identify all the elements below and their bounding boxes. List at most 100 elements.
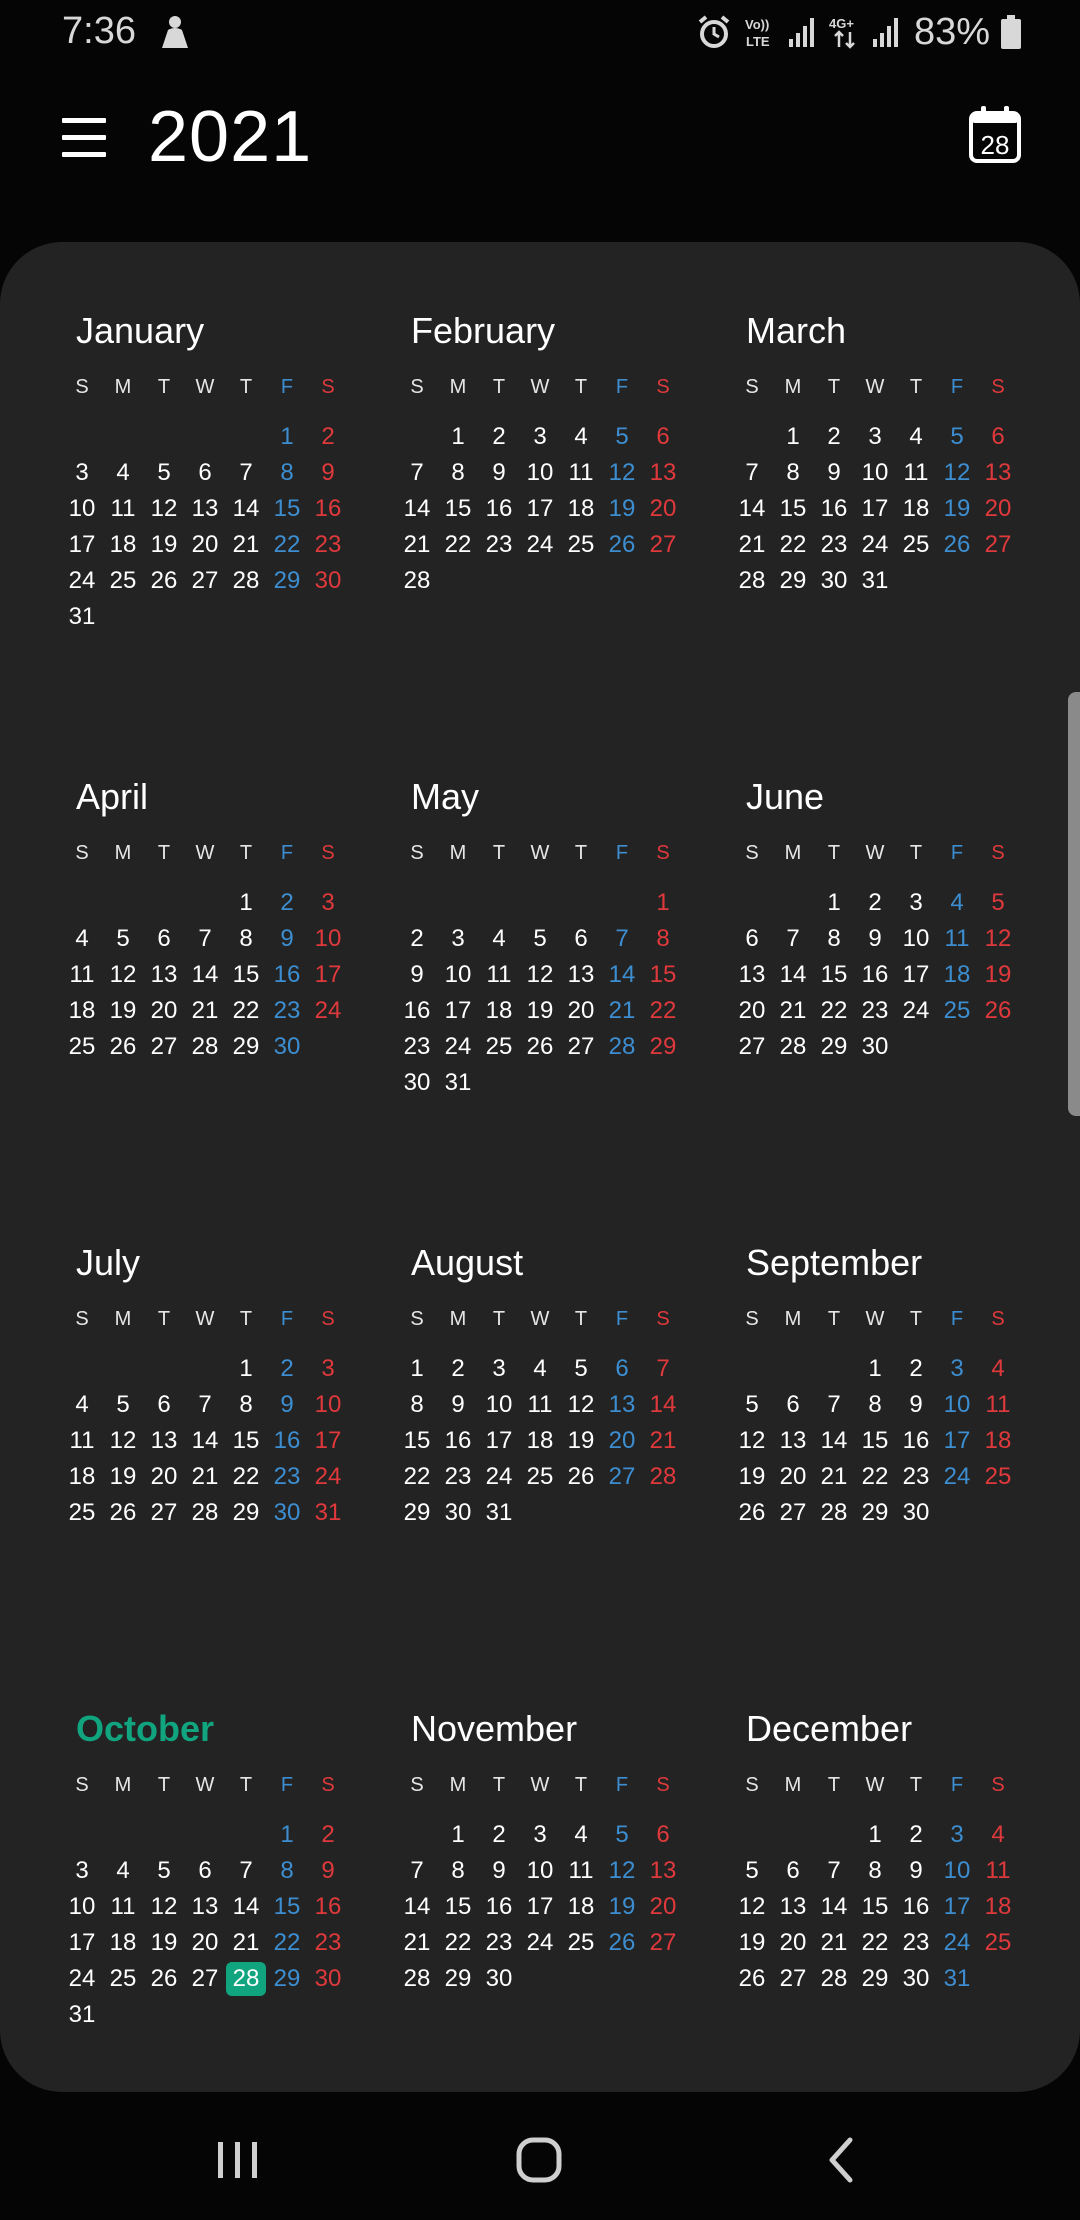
day-cell[interactable]: 8: [438, 456, 478, 490]
day-cell[interactable]: 20: [144, 994, 184, 1028]
day-cell[interactable]: 24: [479, 1460, 519, 1494]
day-cell[interactable]: 25: [103, 564, 143, 598]
day-cell[interactable]: 25: [479, 1030, 519, 1064]
day-cell[interactable]: 7: [397, 1854, 437, 1888]
day-cell[interactable]: 27: [978, 528, 1018, 562]
day-cell[interactable]: 23: [267, 994, 307, 1028]
day-cell[interactable]: 30: [479, 1962, 519, 1996]
day-cell[interactable]: 6: [732, 922, 772, 956]
day-cell[interactable]: 15: [438, 492, 478, 526]
day-cell[interactable]: 1: [397, 1352, 437, 1386]
day-cell[interactable]: 16: [814, 492, 854, 526]
day-cell[interactable]: 5: [978, 886, 1018, 920]
day-cell[interactable]: 17: [937, 1890, 977, 1924]
day-cell[interactable]: 12: [602, 1854, 642, 1888]
month-name[interactable]: September: [746, 1242, 922, 1284]
day-cell[interactable]: 20: [978, 492, 1018, 526]
day-cell[interactable]: 22: [855, 1460, 895, 1494]
day-cell[interactable]: 5: [144, 1854, 184, 1888]
day-cell[interactable]: 10: [308, 922, 348, 956]
day-cell[interactable]: 29: [267, 1962, 307, 1996]
day-cell[interactable]: 28: [814, 1962, 854, 1996]
day-cell[interactable]: 27: [643, 528, 683, 562]
day-cell[interactable]: 20: [643, 1890, 683, 1924]
back-icon[interactable]: [812, 2130, 872, 2190]
day-cell[interactable]: 22: [814, 994, 854, 1028]
day-cell[interactable]: 24: [937, 1460, 977, 1494]
day-cell[interactable]: 19: [978, 958, 1018, 992]
day-cell[interactable]: 12: [561, 1388, 601, 1422]
day-cell[interactable]: 10: [937, 1854, 977, 1888]
day-cell[interactable]: 3: [520, 1818, 560, 1852]
day-cell[interactable]: 26: [978, 994, 1018, 1028]
day-cell[interactable]: 13: [561, 958, 601, 992]
day-cell[interactable]: 13: [185, 492, 225, 526]
month-january[interactable]: January S M T W T F S 1 2 3 4 5 6 7 8 9 10 11 12 13 14 15 16 17 1…: [62, 310, 352, 730]
day-cell[interactable]: 11: [561, 456, 601, 490]
day-cell[interactable]: 9: [397, 958, 437, 992]
day-cell[interactable]: 19: [602, 1890, 642, 1924]
day-cell[interactable]: 12: [144, 1890, 184, 1924]
day-cell[interactable]: 16: [896, 1890, 936, 1924]
day-cell[interactable]: 2: [479, 420, 519, 454]
day-cell[interactable]: 19: [520, 994, 560, 1028]
day-cell[interactable]: 10: [308, 1388, 348, 1422]
day-cell[interactable]: 31: [855, 564, 895, 598]
month-name[interactable]: June: [746, 776, 824, 818]
day-cell[interactable]: 1: [855, 1352, 895, 1386]
day-cell[interactable]: 6: [643, 1818, 683, 1852]
day-cell[interactable]: 4: [103, 1854, 143, 1888]
day-cell[interactable]: 26: [144, 564, 184, 598]
day-cell[interactable]: 29: [643, 1030, 683, 1064]
day-cell[interactable]: 29: [267, 564, 307, 598]
day-cell[interactable]: 19: [602, 492, 642, 526]
day-cell[interactable]: 24: [896, 994, 936, 1028]
day-cell[interactable]: 30: [896, 1962, 936, 1996]
day-cell[interactable]: 19: [732, 1926, 772, 1960]
day-cell[interactable]: 27: [773, 1962, 813, 1996]
day-cell[interactable]: 27: [643, 1926, 683, 1960]
day-cell[interactable]: 13: [144, 958, 184, 992]
day-cell[interactable]: 8: [226, 922, 266, 956]
day-cell[interactable]: 16: [438, 1424, 478, 1458]
day-cell[interactable]: 30: [267, 1496, 307, 1530]
day-cell[interactable]: 22: [855, 1926, 895, 1960]
day-cell[interactable]: 27: [732, 1030, 772, 1064]
day-cell[interactable]: 26: [561, 1460, 601, 1494]
day-cell[interactable]: 12: [937, 456, 977, 490]
day-cell[interactable]: 18: [937, 958, 977, 992]
day-cell[interactable]: 9: [308, 1854, 348, 1888]
day-cell[interactable]: 15: [643, 958, 683, 992]
day-cell[interactable]: 6: [144, 922, 184, 956]
day-cell[interactable]: 23: [479, 1926, 519, 1960]
day-cell[interactable]: 7: [773, 922, 813, 956]
day-cell[interactable]: 21: [397, 528, 437, 562]
day-cell[interactable]: 3: [479, 1352, 519, 1386]
day-cell[interactable]: 15: [226, 1424, 266, 1458]
day-cell[interactable]: 24: [520, 1926, 560, 1960]
day-cell[interactable]: 24: [855, 528, 895, 562]
day-cell[interactable]: 9: [896, 1388, 936, 1422]
day-cell[interactable]: 4: [978, 1352, 1018, 1386]
day-cell[interactable]: 15: [397, 1424, 437, 1458]
day-cell[interactable]: 1: [438, 1818, 478, 1852]
day-cell[interactable]: 26: [103, 1030, 143, 1064]
month-april[interactable]: April S M T W T F S 1 2 3 4 5 6 7 8 9 10 11 12 13 14 15 16 17 18 1…: [62, 776, 352, 1196]
day-cell[interactable]: 10: [479, 1388, 519, 1422]
day-cell[interactable]: 26: [144, 1962, 184, 1996]
day-cell[interactable]: 30: [397, 1066, 437, 1100]
day-cell[interactable]: 4: [103, 456, 143, 490]
day-cell[interactable]: 20: [643, 492, 683, 526]
day-cell[interactable]: 20: [773, 1460, 813, 1494]
day-cell[interactable]: 29: [773, 564, 813, 598]
day-cell[interactable]: 19: [732, 1460, 772, 1494]
day-cell[interactable]: 2: [267, 886, 307, 920]
day-cell[interactable]: 25: [62, 1030, 102, 1064]
day-cell[interactable]: 19: [144, 1926, 184, 1960]
month-name[interactable]: October: [76, 1708, 214, 1750]
day-cell[interactable]: 4: [561, 1818, 601, 1852]
day-cell[interactable]: 3: [308, 1352, 348, 1386]
day-cell[interactable]: 22: [397, 1460, 437, 1494]
day-cell[interactable]: 10: [62, 1890, 102, 1924]
day-cell[interactable]: 21: [602, 994, 642, 1028]
